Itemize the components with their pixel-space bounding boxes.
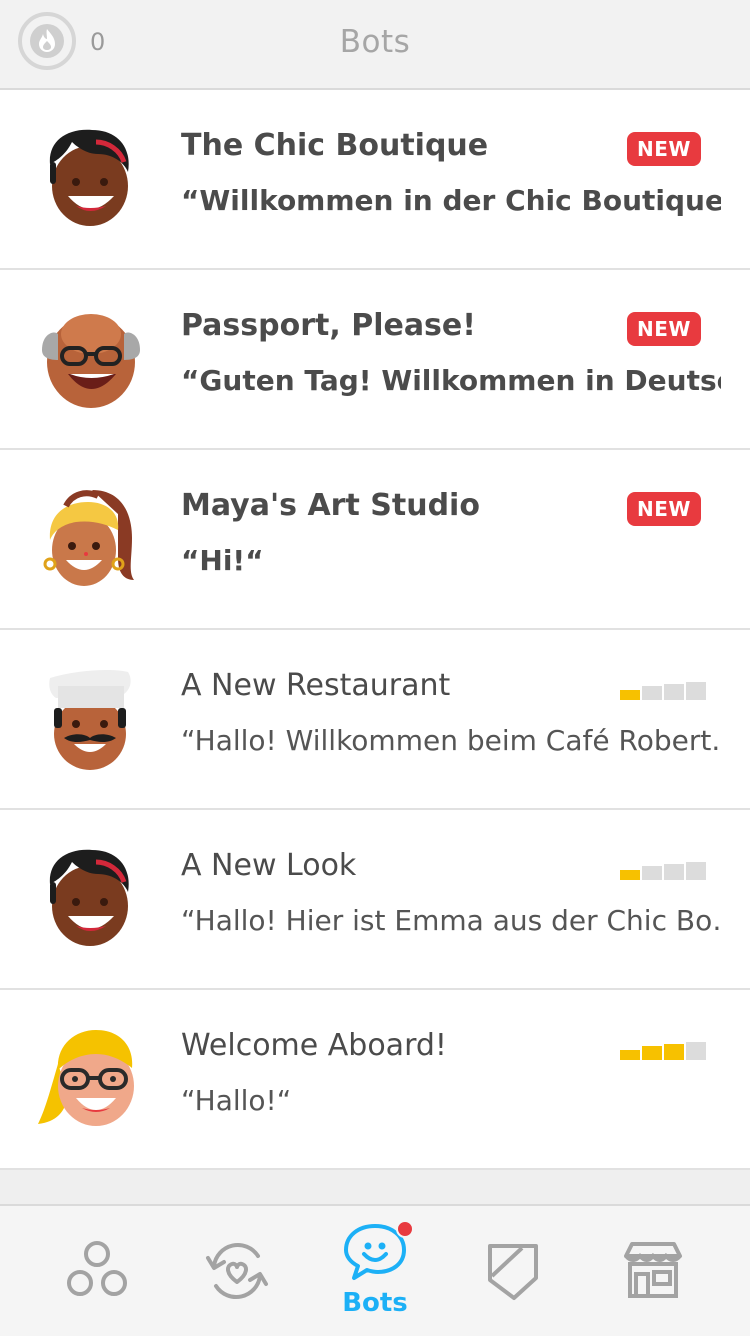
level-indicator [620,682,708,700]
nav-bots-label: Bots [342,1288,408,1318]
level-bar [642,686,662,700]
bot-subtitle: “Hallo! Willkommen beim Café Robert.“ [181,724,721,757]
bot-list: The Chic Boutique “Willkommen in der Chi… [0,90,750,1170]
level-indicator [620,862,708,880]
list-item[interactable]: A New Look “Hallo! Hier ist Emma aus der… [0,810,750,990]
store-icon [624,1242,682,1298]
bot-subtitle: “Hallo!“ [181,1084,292,1117]
top-bar: 0 Bots [0,0,750,90]
woman-blonde-headband-avatar [43,490,134,586]
level-bar [620,870,640,880]
nav-bots[interactable]: Bots [300,1206,450,1336]
chef-mustache-avatar [49,670,131,770]
bot-title: Maya's Art Studio [181,488,480,523]
level-bar [620,1050,640,1060]
list-item[interactable]: Welcome Aboard! “Hallo!“ [0,990,750,1170]
new-badge: NEW [627,132,701,166]
nav-shop[interactable] [578,1206,728,1336]
woman-black-hair-avatar [49,849,129,946]
nav-practice[interactable] [162,1206,312,1336]
blonde-woman-glasses-avatar [38,1030,134,1126]
nav-learn[interactable] [22,1206,172,1336]
new-badge: NEW [627,492,701,526]
bot-title: Welcome Aboard! [181,1028,447,1063]
circles-icon [67,1241,127,1296]
bot-subtitle: “Hallo! Hier ist Emma aus der Chic Bo… [181,904,721,937]
list-item[interactable]: The Chic Boutique “Willkommen in der Chi… [0,90,750,270]
level-bar [642,1046,662,1060]
bot-subtitle: “Guten Tag! Willkommen in Deutsch… [181,364,721,397]
list-item[interactable]: A New Restaurant “Hallo! Willkommen beim… [0,630,750,810]
level-bar [686,1042,706,1060]
level-bar [620,690,640,700]
level-bar [664,864,684,880]
bottom-nav: Bots [0,1204,750,1336]
bot-subtitle: “Hi!“ [181,544,264,577]
level-indicator [620,1042,708,1060]
notification-dot [396,1220,414,1238]
woman-black-hair-avatar [49,129,129,226]
level-bar [664,684,684,700]
level-bar [664,1044,684,1060]
bald-man-glasses-avatar [42,314,140,408]
new-badge: NEW [627,312,701,346]
bot-title: Passport, Please! [181,308,476,343]
shield-icon [488,1244,538,1300]
bot-subtitle: “Willkommen in der Chic Boutique!“ [181,184,721,217]
level-bar [686,682,706,700]
list-item[interactable]: Maya's Art Studio “Hi!“ NEW [0,450,750,630]
bot-title: A New Restaurant [181,668,451,703]
list-item[interactable]: Passport, Please! “Guten Tag! Willkommen… [0,270,750,450]
bot-title: The Chic Boutique [181,128,489,163]
level-bar [642,866,662,880]
bot-title: A New Look [181,848,357,883]
page-title: Bots [339,24,411,60]
level-bar [686,862,706,880]
nav-labs[interactable] [438,1206,588,1336]
heart-refresh-icon [206,1242,268,1300]
